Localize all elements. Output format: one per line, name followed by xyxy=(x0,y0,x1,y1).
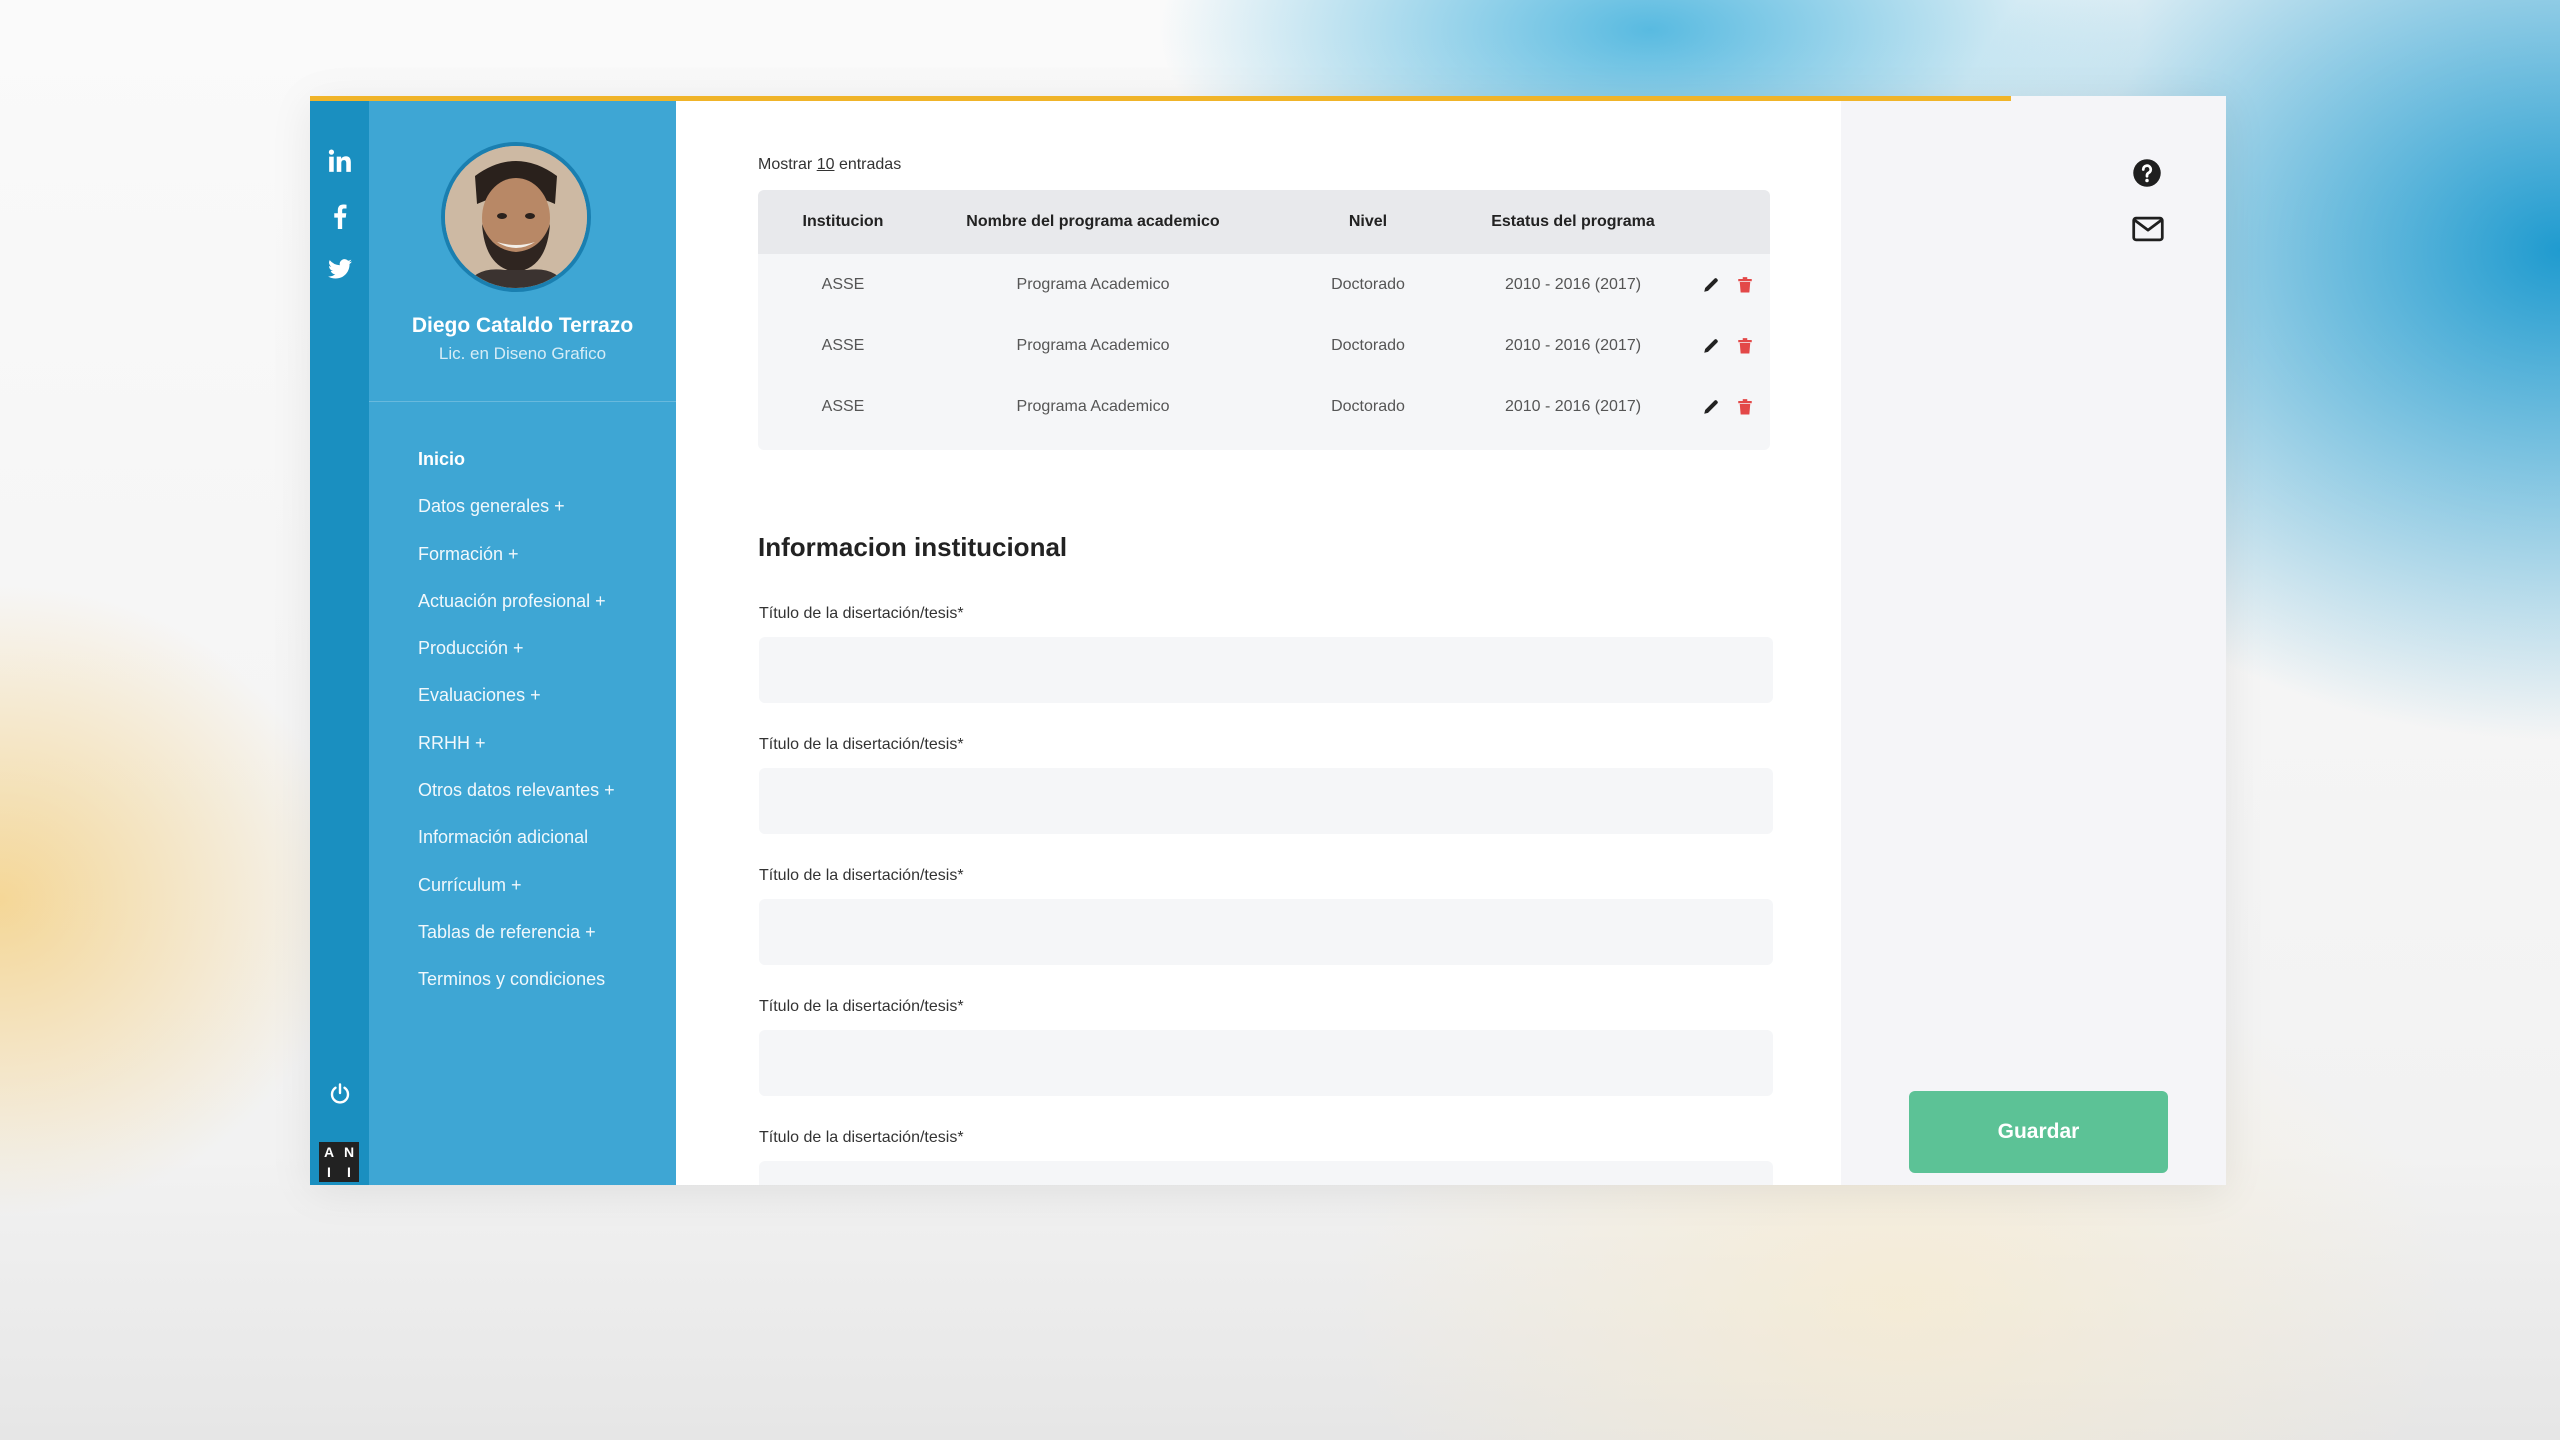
sidebar: Diego Cataldo Terrazo Lic. en Diseno Gra… xyxy=(369,96,676,1185)
mail-icon[interactable] xyxy=(2132,216,2164,247)
profile-role: Lic. en Diseno Grafico xyxy=(438,344,607,363)
show-entries-suffix: entradas xyxy=(838,156,902,173)
sidebar-item-inicio[interactable]: Inicio xyxy=(418,448,615,495)
table-header: Institucion Nombre del programa academic… xyxy=(758,190,1770,254)
edit-icon[interactable] xyxy=(1702,276,1720,294)
dissertation-title-input[interactable] xyxy=(759,768,1773,834)
main-content: Mostrar 10 entradas Institucion Nombre d… xyxy=(676,96,1841,1185)
sidebar-item-otros-datos[interactable]: Otros datos relevantes + xyxy=(418,779,615,826)
logo-letter: N xyxy=(343,1144,355,1160)
cell-nivel: Doctorado xyxy=(1331,275,1405,293)
sidebar-item-informacion-adicional[interactable]: Información adicional xyxy=(418,826,615,873)
dissertation-title-input[interactable] xyxy=(759,899,1773,965)
edit-icon[interactable] xyxy=(1702,398,1720,416)
edit-icon[interactable] xyxy=(1702,337,1720,355)
column-header-institucion: Institucion xyxy=(802,213,884,230)
avatar xyxy=(441,142,591,292)
field-label: Título de la disertación/tesis* xyxy=(759,998,964,1015)
table-row: ASSE Programa Academico Doctorado 2010 -… xyxy=(758,376,1770,437)
table-row: ASSE Programa Academico Doctorado 2010 -… xyxy=(758,315,1770,376)
sidebar-item-actuacion-profesional[interactable]: Actuación profesional + xyxy=(418,590,615,637)
anii-logo: A N I I xyxy=(319,1142,359,1182)
cell-institucion: ASSE xyxy=(821,275,865,293)
show-entries-prefix: Mostrar xyxy=(758,156,813,173)
sidebar-nav: Inicio Datos generales + Formación + Act… xyxy=(418,448,615,1016)
delete-icon[interactable] xyxy=(1736,398,1754,416)
field-label: Título de la disertación/tesis* xyxy=(759,736,964,753)
sidebar-item-curriculum[interactable]: Currículum + xyxy=(418,874,615,921)
column-header-programa: Nombre del programa academico xyxy=(966,213,1220,230)
dissertation-title-input[interactable] xyxy=(759,1161,1773,1185)
cell-programa: Programa Academico xyxy=(1016,275,1170,293)
logo-letter: A xyxy=(323,1144,335,1160)
help-icon[interactable] xyxy=(2132,158,2162,193)
row-actions xyxy=(1698,376,1758,437)
column-header-nivel: Nivel xyxy=(1348,213,1388,230)
sidebar-item-datos-generales[interactable]: Datos generales + xyxy=(418,495,615,542)
field-label: Título de la disertación/tesis* xyxy=(759,605,964,622)
dissertation-title-input[interactable] xyxy=(759,1030,1773,1096)
cell-programa: Programa Academico xyxy=(1016,336,1170,354)
cell-nivel: Doctorado xyxy=(1331,336,1405,354)
entries-count-select[interactable]: 10 xyxy=(817,156,835,173)
cell-estatus: 2010 - 2016 (2017) xyxy=(1504,275,1642,293)
row-actions xyxy=(1698,315,1758,376)
sidebar-item-formacion[interactable]: Formación + xyxy=(418,543,615,590)
save-button[interactable]: Guardar xyxy=(1909,1091,2168,1173)
section-title: Informacion institucional xyxy=(758,532,1068,562)
table-row: ASSE Programa Academico Doctorado 2010 -… xyxy=(758,254,1770,315)
linkedin-icon[interactable] xyxy=(310,148,369,174)
cell-programa: Programa Academico xyxy=(1016,397,1170,415)
delete-icon[interactable] xyxy=(1736,276,1754,294)
progress-line xyxy=(310,96,2011,101)
cell-estatus: 2010 - 2016 (2017) xyxy=(1504,397,1642,415)
cell-estatus: 2010 - 2016 (2017) xyxy=(1504,336,1642,354)
programs-table: Institucion Nombre del programa academic… xyxy=(758,190,1770,450)
sidebar-divider xyxy=(369,401,676,402)
delete-icon[interactable] xyxy=(1736,337,1754,355)
logo-letter: I xyxy=(347,1164,351,1180)
profile-name: Diego Cataldo Terrazo xyxy=(411,314,634,337)
cell-institucion: ASSE xyxy=(821,336,865,354)
power-icon[interactable] xyxy=(310,1082,369,1106)
column-header-estatus: Estatus del programa xyxy=(1491,213,1655,230)
cell-institucion: ASSE xyxy=(821,397,865,415)
logo-letter: I xyxy=(327,1164,331,1180)
twitter-icon[interactable] xyxy=(310,256,369,282)
sidebar-item-tablas-referencia[interactable]: Tablas de referencia + xyxy=(418,921,615,968)
show-entries: Mostrar 10 entradas xyxy=(758,156,901,174)
field-label: Título de la disertación/tesis* xyxy=(759,867,964,884)
dissertation-title-input[interactable] xyxy=(759,637,1773,703)
field-label: Título de la disertación/tesis* xyxy=(759,1129,964,1146)
right-panel: Guardar xyxy=(1841,96,2226,1185)
sidebar-item-rrhh[interactable]: RRHH + xyxy=(418,732,615,779)
cell-nivel: Doctorado xyxy=(1331,397,1405,415)
sidebar-item-produccion[interactable]: Producción + xyxy=(418,637,615,684)
sidebar-item-terminos[interactable]: Terminos y condiciones xyxy=(418,968,615,1015)
row-actions xyxy=(1698,254,1758,315)
sidebar-item-evaluaciones[interactable]: Evaluaciones + xyxy=(418,684,615,731)
social-rail: A N I I xyxy=(310,96,369,1185)
facebook-icon[interactable] xyxy=(310,202,369,230)
app-window: A N I I Diego Cataldo Terrazo Lic. en Di… xyxy=(310,96,2226,1185)
